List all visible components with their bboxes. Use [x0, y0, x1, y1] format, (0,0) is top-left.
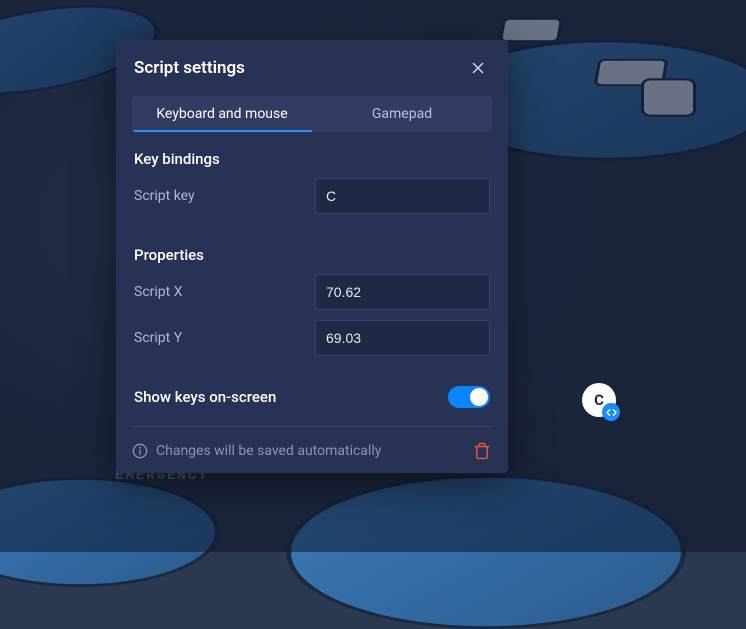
dialog-footer: Changes will be saved automatically: [132, 426, 492, 461]
trash-icon: [473, 442, 491, 460]
section-title: Key bindings: [134, 150, 490, 168]
script-x-row: Script X: [134, 274, 490, 310]
section-title: Properties: [134, 246, 490, 264]
show-keys-toggle[interactable]: [448, 386, 490, 408]
dialog-title: Script settings: [134, 58, 245, 78]
tab-keyboard-mouse[interactable]: Keyboard and mouse: [132, 96, 312, 132]
info-icon: [132, 443, 148, 459]
show-keys-row: Show keys on-screen: [116, 370, 508, 418]
footer-text: Changes will be saved automatically: [156, 443, 381, 459]
close-button[interactable]: [466, 56, 490, 80]
script-settings-dialog: Script settings Keyboard and mouse Gamep…: [116, 40, 508, 473]
script-x-input[interactable]: [315, 274, 490, 310]
script-y-input[interactable]: [315, 320, 490, 356]
script-x-label: Script X: [134, 284, 315, 300]
script-key-row: Script key: [134, 178, 490, 214]
script-indicator-icon: [602, 403, 620, 421]
script-key-label: Script key: [134, 188, 315, 204]
tab-gamepad[interactable]: Gamepad: [312, 96, 492, 132]
script-y-row: Script Y: [134, 320, 490, 356]
show-keys-label: Show keys on-screen: [134, 388, 276, 406]
properties-section: Properties Script X Script Y: [116, 228, 508, 370]
script-y-label: Script Y: [134, 330, 315, 346]
close-icon: [469, 59, 487, 77]
dialog-header: Script settings: [116, 40, 508, 90]
footer-info: Changes will be saved automatically: [132, 443, 381, 459]
delete-button[interactable]: [472, 441, 492, 461]
keybindings-section: Key bindings Script key: [116, 132, 508, 228]
toggle-knob: [470, 388, 488, 406]
tab-label: Gamepad: [372, 106, 432, 122]
onscreen-key-badge[interactable]: C: [582, 383, 616, 417]
tabs: Keyboard and mouse Gamepad: [132, 96, 492, 132]
tab-label: Keyboard and mouse: [156, 106, 287, 122]
script-key-input[interactable]: [315, 178, 490, 214]
